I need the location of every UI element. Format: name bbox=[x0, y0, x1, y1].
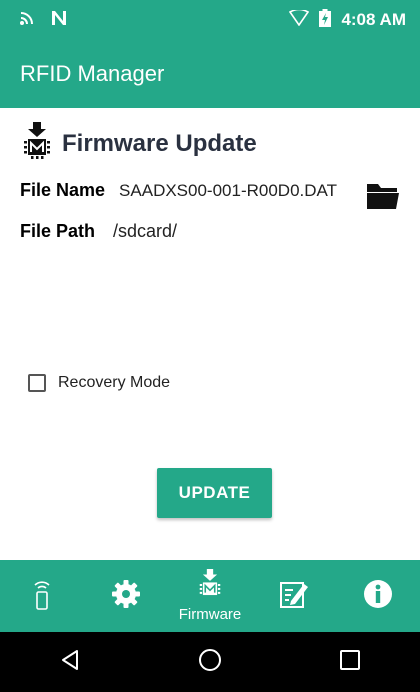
file-path-value: /sdcard/ bbox=[113, 221, 178, 241]
update-button[interactable]: UPDATE bbox=[157, 468, 272, 518]
edit-note-icon bbox=[279, 579, 309, 614]
wifi-icon bbox=[289, 8, 310, 31]
firmware-update-panel: Firmware Update File Name SAADXS00-001-R… bbox=[0, 108, 420, 560]
rfid-reader-icon bbox=[31, 577, 53, 616]
firmware-header: Firmware Update bbox=[22, 122, 257, 165]
nav-item-rfid[interactable] bbox=[2, 560, 82, 632]
bottom-nav: Firmware bbox=[0, 560, 420, 632]
app-bar: RFID Manager bbox=[0, 40, 420, 108]
folder-browse-button[interactable] bbox=[366, 180, 400, 215]
page-title: Firmware Update bbox=[62, 129, 257, 157]
firmware-chip-icon bbox=[22, 122, 52, 165]
recents-icon[interactable] bbox=[339, 649, 361, 676]
status-time: 4:08 AM bbox=[341, 10, 406, 29]
status-bar: 4:08 AM bbox=[0, 0, 420, 40]
battery-icon bbox=[319, 8, 332, 32]
nav-item-settings[interactable] bbox=[86, 560, 166, 632]
app-title: RFID Manager bbox=[20, 61, 165, 86]
file-name-value: SAADXS00-001-R00D0.DAT bbox=[119, 181, 337, 200]
folder-icon bbox=[366, 184, 400, 214]
file-path-label: File Path bbox=[20, 221, 96, 241]
nav-item-info[interactable] bbox=[338, 560, 418, 632]
back-icon[interactable] bbox=[59, 649, 81, 676]
info-icon bbox=[363, 579, 393, 614]
gear-icon bbox=[111, 579, 141, 614]
system-nav-bar bbox=[0, 632, 420, 692]
nav-label-firmware: Firmware bbox=[178, 606, 242, 623]
recovery-mode-option[interactable]: Recovery Mode bbox=[28, 374, 170, 392]
home-icon[interactable] bbox=[198, 648, 222, 677]
cast-icon bbox=[20, 11, 36, 30]
recovery-mode-checkbox[interactable] bbox=[28, 374, 46, 392]
file-name-label: File Name bbox=[20, 180, 106, 200]
nav-item-edit[interactable] bbox=[254, 560, 334, 632]
file-path-row: File Path /sdcard/ bbox=[20, 221, 177, 242]
recovery-mode-label: Recovery Mode bbox=[58, 374, 171, 391]
file-name-row: File Name SAADXS00-001-R00D0.DAT bbox=[20, 180, 337, 201]
firmware-chip-icon bbox=[198, 569, 222, 604]
notification-n-icon bbox=[50, 10, 68, 31]
nav-item-firmware[interactable]: Firmware bbox=[170, 560, 250, 632]
